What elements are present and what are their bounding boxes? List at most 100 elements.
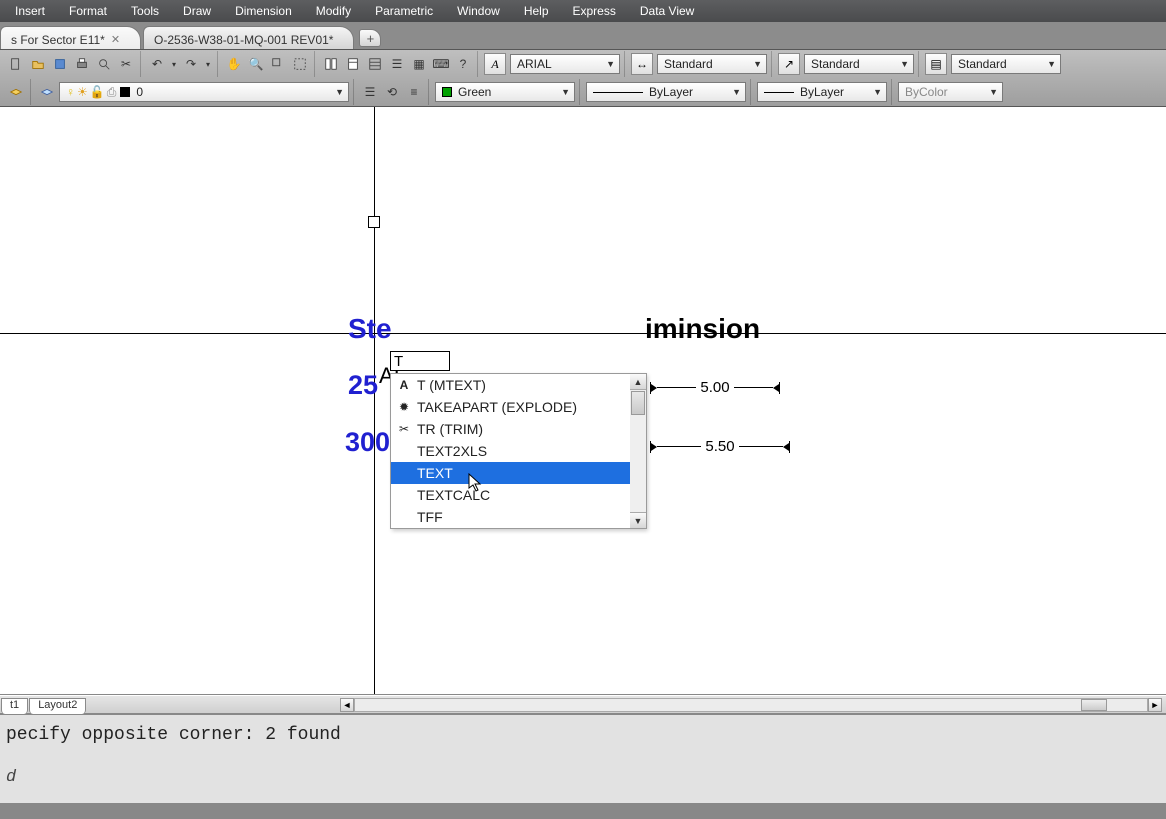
doc-tab-2-label: O-2536-W38-01-MQ-001 REV01* xyxy=(154,33,333,47)
menu-express[interactable]: Express xyxy=(561,1,628,21)
undo-dropdown-icon[interactable]: ▾ xyxy=(169,54,179,74)
autocomplete-label: TEXT xyxy=(417,465,453,481)
undo-icon[interactable]: ↶ xyxy=(147,54,167,74)
dimension-2: 5.50 xyxy=(650,438,790,455)
lock-icon: 🔓 xyxy=(90,85,105,99)
autocomplete-item-text[interactable]: TEXT xyxy=(391,462,645,484)
text-style-icon[interactable]: A xyxy=(484,53,506,75)
menu-insert[interactable]: Insert xyxy=(3,1,57,21)
layers-icon[interactable]: ☰ xyxy=(387,54,407,74)
menu-window[interactable]: Window xyxy=(445,1,512,21)
lineweight-preview xyxy=(764,92,794,93)
scroll-right-icon[interactable]: ► xyxy=(1148,698,1162,712)
table-style-icon[interactable]: ▤ xyxy=(925,53,947,75)
layer-filter-icon[interactable] xyxy=(37,82,57,102)
scroll-thumb[interactable] xyxy=(1081,699,1107,711)
menu-draw[interactable]: Draw xyxy=(171,1,223,21)
toolbar-row-1: ✂ ↶ ▾ ↷ ▾ ✋ 🔍 ☰ ▦ ⌨ ? A ARIAL▼ xyxy=(0,50,1166,78)
scroll-left-icon[interactable]: ◄ xyxy=(340,698,354,712)
block-icon[interactable]: ▦ xyxy=(409,54,429,74)
plotstyle-value: ByColor xyxy=(905,85,948,99)
command-history[interactable]: pecify opposite corner: 2 found d xyxy=(0,713,1166,803)
scroll-track[interactable] xyxy=(354,698,1148,712)
autocomplete-item-text2xls[interactable]: TEXT2XLS xyxy=(391,440,645,462)
preview-icon[interactable] xyxy=(94,54,114,74)
canvas-text-left: Ste xyxy=(348,313,392,345)
autocomplete-item-tff[interactable]: TFF xyxy=(391,506,645,528)
layer-props-icon[interactable] xyxy=(6,82,26,102)
zoom-icon[interactable]: 🔍 xyxy=(246,54,266,74)
autocomplete-item-trim[interactable]: ✂ TR (TRIM) xyxy=(391,418,645,440)
linetype-value: ByLayer xyxy=(649,85,693,99)
command-history-line: pecify opposite corner: 2 found xyxy=(6,723,1160,748)
autocomplete-scrollbar[interactable]: ▲ ▼ xyxy=(630,373,647,529)
calc-icon[interactable]: ⌨ xyxy=(431,54,451,74)
properties-icon[interactable] xyxy=(321,54,341,74)
autocomplete-item-takeapart[interactable]: ✹ TAKEAPART (EXPLODE) xyxy=(391,396,645,418)
zoom-extents-icon[interactable] xyxy=(290,54,310,74)
drawing-canvas[interactable]: Ste iminsion AI 25 300 200 5.00 5.50 A T… xyxy=(0,107,1166,695)
doc-tab-1[interactable]: s For Sector E11* ✕ xyxy=(0,26,141,49)
autocomplete-label: TFF xyxy=(417,509,443,525)
menu-parametric[interactable]: Parametric xyxy=(363,1,445,21)
canvas-text-25: 25 xyxy=(348,370,378,401)
layer-state-icon[interactable]: ☰ xyxy=(360,82,380,102)
layer-prev-icon[interactable]: ⟲ xyxy=(382,82,402,102)
new-tab-button[interactable]: + xyxy=(359,29,381,47)
menu-tools[interactable]: Tools xyxy=(119,1,171,21)
lightbulb-icon: ♀ xyxy=(66,85,75,99)
font-dropdown[interactable]: ARIAL▼ xyxy=(510,54,620,74)
dim-style-icon[interactable]: ↔ xyxy=(631,53,653,75)
sun-icon: ☀ xyxy=(77,85,88,99)
linetype-preview xyxy=(593,92,643,93)
redo-dropdown-icon[interactable]: ▾ xyxy=(203,54,213,74)
scroll-thumb[interactable] xyxy=(631,391,645,415)
menu-modify[interactable]: Modify xyxy=(304,1,363,21)
close-icon[interactable]: ✕ xyxy=(111,33,120,46)
help-icon[interactable]: ? xyxy=(453,54,473,74)
autocomplete-item-textcalc[interactable]: TEXTCALC xyxy=(391,484,645,506)
color-dropdown[interactable]: Green ▼ xyxy=(435,82,575,102)
layout-tab-1[interactable]: t1 xyxy=(1,698,28,714)
autocomplete-label: TAKEAPART (EXPLODE) xyxy=(417,399,577,415)
dim-style-dropdown[interactable]: Standard▼ xyxy=(657,54,767,74)
cut-icon[interactable]: ✂ xyxy=(116,54,136,74)
layer-match-icon[interactable]: ≡ xyxy=(404,82,424,102)
trim-icon: ✂ xyxy=(397,422,411,436)
layout-tab-2[interactable]: Layout2 xyxy=(29,698,86,714)
sheet-icon[interactable] xyxy=(343,54,363,74)
menu-help[interactable]: Help xyxy=(512,1,561,21)
canvas-text-right: iminsion xyxy=(645,313,760,345)
save-icon[interactable] xyxy=(50,54,70,74)
doc-tab-1-label: s For Sector E11* xyxy=(11,33,105,47)
table-style-dropdown[interactable]: Standard▼ xyxy=(951,54,1061,74)
new-icon[interactable] xyxy=(6,54,26,74)
scroll-up-icon[interactable]: ▲ xyxy=(630,374,646,390)
mleader-value: Standard xyxy=(811,57,860,71)
selection-grip[interactable] xyxy=(368,216,380,228)
menu-dimension[interactable]: Dimension xyxy=(223,1,304,21)
horizontal-scrollbar[interactable]: ◄ ► xyxy=(340,696,1162,713)
mleader-style-icon[interactable]: ↗ xyxy=(778,53,800,75)
zoom-window-icon[interactable] xyxy=(268,54,288,74)
menu-format[interactable]: Format xyxy=(57,1,119,21)
crosshair-horizontal xyxy=(0,333,1166,334)
pan-icon[interactable]: ✋ xyxy=(224,54,244,74)
mleader-dropdown[interactable]: Standard▼ xyxy=(804,54,914,74)
toolpalette-icon[interactable] xyxy=(365,54,385,74)
layer-name: 0 xyxy=(136,85,143,99)
open-icon[interactable] xyxy=(28,54,48,74)
redo-icon[interactable]: ↷ xyxy=(181,54,201,74)
layer-color-swatch xyxy=(120,87,130,97)
plotstyle-dropdown[interactable]: ByColor ▼ xyxy=(898,82,1003,102)
document-tabs: s For Sector E11* ✕ O-2536-W38-01-MQ-001… xyxy=(0,22,1166,50)
doc-tab-2[interactable]: O-2536-W38-01-MQ-001 REV01* xyxy=(143,26,354,49)
layer-dropdown[interactable]: ♀ ☀ 🔓 ⎙ 0 ▼ xyxy=(59,82,349,102)
menu-dataview[interactable]: Data View xyxy=(628,1,706,21)
lineweight-dropdown[interactable]: ByLayer ▼ xyxy=(757,82,887,102)
command-input[interactable] xyxy=(390,351,450,371)
autocomplete-item-mtext[interactable]: A T (MTEXT) xyxy=(391,374,645,396)
scroll-down-icon[interactable]: ▼ xyxy=(630,512,646,528)
linetype-dropdown[interactable]: ByLayer ▼ xyxy=(586,82,746,102)
print-icon[interactable] xyxy=(72,54,92,74)
